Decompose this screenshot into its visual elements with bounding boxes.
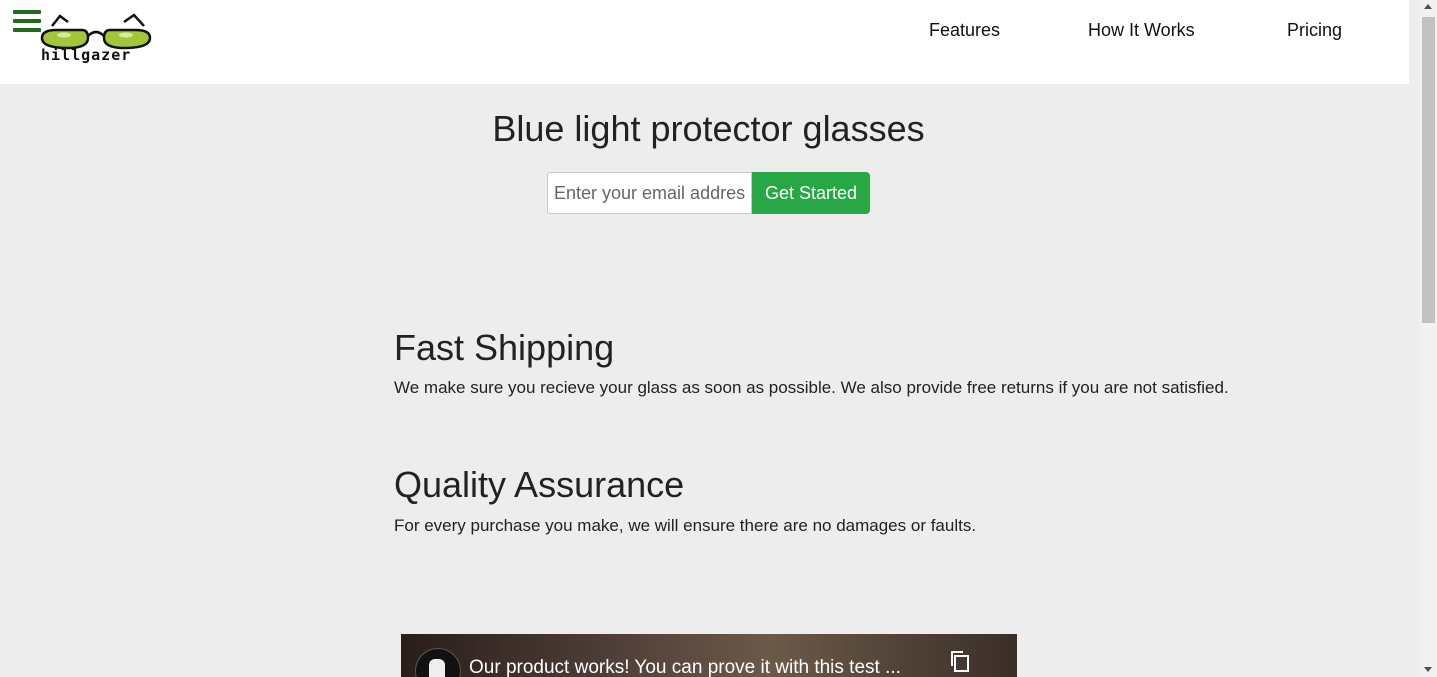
get-started-button[interactable]: Get Started xyxy=(752,172,870,214)
nav-link-features[interactable]: Features xyxy=(929,20,1000,41)
feature-description-fast-shipping: We make sure you recieve your glass as s… xyxy=(394,378,1229,397)
site-header: hillgazer Features How It Works Pricing xyxy=(0,0,1409,84)
feature-description-quality-assurance: For every purchase you make, we will ens… xyxy=(394,516,977,535)
email-input[interactable] xyxy=(547,172,752,214)
scrollbar-thumb[interactable] xyxy=(1422,17,1435,323)
channel-avatar[interactable] xyxy=(415,648,461,677)
feature-title-fast-shipping: Fast Shipping xyxy=(394,327,615,368)
video-title[interactable]: Our product works! You can prove it with… xyxy=(469,657,901,677)
video-embed[interactable]: Our product works! You can prove it with… xyxy=(401,634,1017,677)
hamburger-menu-icon[interactable] xyxy=(13,10,41,34)
hero-title: Blue light protector glasses xyxy=(492,108,925,149)
feature-title-quality-assurance: Quality Assurance xyxy=(394,464,685,505)
vertical-scrollbar[interactable] xyxy=(1420,0,1437,677)
copy-link-icon[interactable] xyxy=(949,650,971,672)
logo-text[interactable]: hillgazer xyxy=(41,46,131,64)
nav-link-pricing[interactable]: Pricing xyxy=(1287,20,1342,41)
nav-link-how-it-works[interactable]: How It Works xyxy=(1088,20,1195,41)
header-gap xyxy=(1409,0,1420,84)
scroll-down-arrow-icon[interactable] xyxy=(1424,667,1432,672)
scroll-up-arrow-icon[interactable] xyxy=(1424,4,1432,9)
